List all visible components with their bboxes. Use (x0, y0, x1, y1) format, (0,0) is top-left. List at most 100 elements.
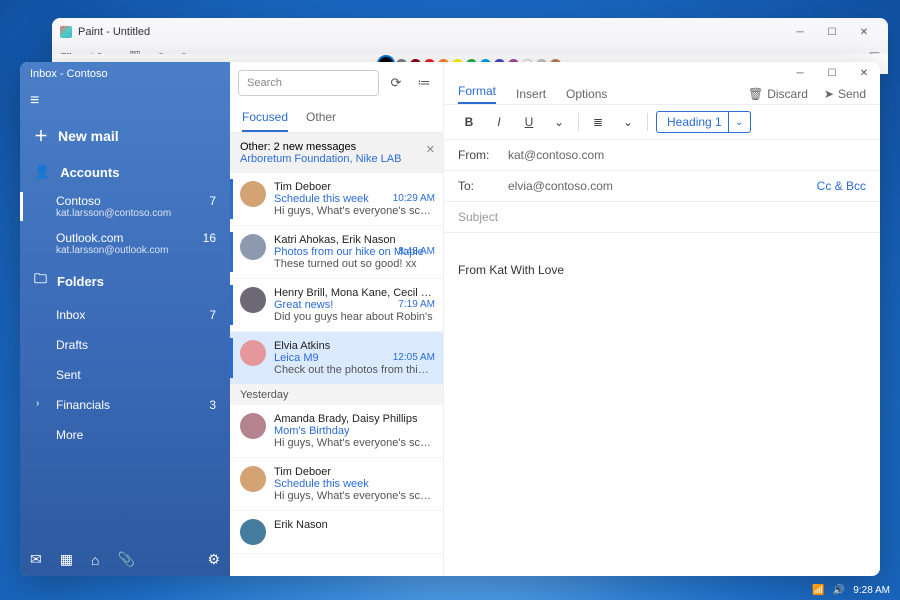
message-list: Search ⟳ ≔ Focused Other Other: 2 new me… (230, 62, 444, 576)
tab-other[interactable]: Other (306, 104, 336, 132)
message-item[interactable]: Tim Deboer Schedule this week Hi guys, W… (230, 173, 443, 226)
message-time: 7:19 AM (398, 299, 435, 310)
people-icon[interactable]: ⌂ (91, 552, 99, 568)
minimize-button[interactable]: ─ (784, 21, 816, 43)
message-item[interactable]: Henry Brill, Mona Kane, Cecil Fo Great n… (230, 279, 443, 332)
person-icon: 👤 (34, 164, 50, 180)
close-button[interactable]: ✕ (848, 62, 880, 84)
clock[interactable]: 9:28 AM (853, 585, 890, 596)
underline-button[interactable]: U (518, 111, 540, 133)
calendar-icon[interactable]: ▦ (60, 551, 73, 568)
to-label: To: (458, 179, 508, 193)
trash-icon: 🗑 (748, 87, 763, 101)
message-subject: Mom's Birthday (274, 425, 433, 437)
folders-header[interactable]: 🗀 Folders (20, 262, 230, 300)
taskbar: 📶 🔊 9:28 AM (0, 580, 900, 600)
italic-button[interactable]: I (488, 111, 510, 133)
message-item[interactable]: Amanda Brady, Daisy Phillips Mom's Birth… (230, 405, 443, 458)
to-field[interactable]: To: elvia@contoso.com Cc & Bcc (444, 171, 880, 202)
message-item[interactable]: Elvia Atkins Leica M9 Check out the phot… (230, 332, 443, 385)
from-field[interactable]: From: kat@contoso.com (444, 140, 880, 171)
avatar (240, 181, 266, 207)
search-input[interactable]: Search (238, 70, 379, 96)
chevron-right-icon: › (36, 398, 39, 409)
folder-inbox[interactable]: Inbox7 (20, 300, 230, 330)
filter-icon[interactable]: ≔ (413, 72, 435, 94)
account-badge: 16 (203, 231, 216, 245)
cc-bcc-button[interactable]: Cc & Bcc (817, 179, 866, 193)
tab-format[interactable]: Format (458, 84, 496, 104)
mail-window: Inbox - Contoso ≡ ＋ New mail 👤 Accounts … (20, 62, 880, 576)
heading-select[interactable]: Heading 1 ⌄ (656, 111, 751, 133)
folder-drafts[interactable]: Drafts (20, 330, 230, 360)
chevron-down-icon[interactable]: ⌄ (548, 111, 570, 133)
avatar (240, 413, 266, 439)
message-subject: Schedule this week (274, 478, 433, 490)
plus-icon: ＋ (34, 126, 48, 146)
account-email: kat.larsson@contoso.com (56, 208, 216, 219)
message-time: 12:05 AM (393, 352, 435, 363)
bold-button[interactable]: B (458, 111, 480, 133)
attach-icon[interactable]: 📎 (117, 551, 134, 568)
bullets-button[interactable]: ≣ (587, 111, 609, 133)
mail-window-title: Inbox - Contoso (30, 68, 108, 80)
message-preview: These turned out so good! xx (274, 258, 433, 270)
tab-insert[interactable]: Insert (516, 87, 546, 101)
date-separator: Yesterday (230, 385, 443, 405)
message-sender: Katri Ahokas, Erik Nason (274, 234, 433, 246)
to-value: elvia@contoso.com (508, 179, 817, 193)
other-banner[interactable]: Other: 2 new messages Arboretum Foundati… (230, 133, 443, 173)
chevron-down-icon[interactable]: ⌄ (617, 111, 639, 133)
message-item[interactable]: Tim Deboer Schedule this week Hi guys, W… (230, 458, 443, 511)
tab-options[interactable]: Options (566, 87, 607, 101)
from-label: From: (458, 148, 508, 162)
message-preview: Check out the photos from this w (274, 364, 433, 376)
account-email: kat.larsson@outlook.com (56, 245, 216, 256)
account-outlook[interactable]: Outlook.com kat.larsson@outlook.com 16 (20, 225, 230, 262)
minimize-button[interactable]: ─ (784, 62, 816, 84)
from-value: kat@contoso.com (508, 148, 866, 162)
compose-body[interactable]: From Kat With Love (444, 233, 880, 307)
message-sender: Tim Deboer (274, 466, 433, 478)
folder-financials[interactable]: ›Financials3 (20, 390, 230, 420)
chevron-down-icon: ⌄ (728, 112, 750, 132)
close-button[interactable]: ✕ (848, 21, 880, 43)
close-icon[interactable]: ✕ (426, 143, 435, 156)
maximize-button[interactable]: ☐ (816, 21, 848, 43)
message-item[interactable]: Erik Nason (230, 511, 443, 554)
message-preview: Hi guys, What's everyone's sched (274, 490, 433, 502)
accounts-label: Accounts (60, 165, 119, 180)
account-name: Outlook.com (56, 231, 216, 245)
paint-title: Paint - Untitled (78, 26, 784, 38)
banner-senders: Arboretum Foundation, Nike LAB (240, 153, 433, 165)
message-preview: Hi guys, What's everyone's sched (274, 437, 433, 449)
avatar (240, 234, 266, 260)
format-toolbar: B I U ⌄ ≣ ⌄ Heading 1 ⌄ (444, 104, 880, 140)
new-mail-label: New mail (58, 128, 119, 144)
accounts-header[interactable]: 👤 Accounts (20, 156, 230, 188)
send-button[interactable]: ➤Send (824, 87, 866, 101)
mail-sidebar: Inbox - Contoso ≡ ＋ New mail 👤 Accounts … (20, 62, 230, 576)
account-contoso[interactable]: Contoso kat.larsson@contoso.com 7 (20, 188, 230, 225)
account-name: Contoso (56, 194, 216, 208)
folder-more[interactable]: More (20, 420, 230, 450)
maximize-button[interactable]: ☐ (816, 62, 848, 84)
folder-sent[interactable]: Sent (20, 360, 230, 390)
volume-icon[interactable]: 🔊 (833, 585, 845, 596)
hamburger-icon[interactable]: ≡ (20, 86, 230, 116)
wifi-icon[interactable]: 📶 (812, 585, 824, 596)
discard-button[interactable]: 🗑Discard (748, 87, 808, 101)
message-sender: Tim Deboer (274, 181, 433, 193)
paint-app-icon (60, 26, 72, 38)
avatar (240, 287, 266, 313)
sync-icon[interactable]: ⟳ (385, 72, 407, 94)
message-item[interactable]: Katri Ahokas, Erik Nason Photos from our… (230, 226, 443, 279)
settings-icon[interactable]: ⚙ (207, 551, 220, 568)
new-mail-button[interactable]: ＋ New mail (20, 116, 230, 156)
mail-icon[interactable]: ✉ (30, 551, 42, 568)
tab-focused[interactable]: Focused (242, 104, 288, 132)
avatar (240, 466, 266, 492)
subject-field[interactable]: Subject (444, 202, 880, 233)
message-sender: Henry Brill, Mona Kane, Cecil Fo (274, 287, 433, 299)
folder-icon: 🗀 (34, 270, 47, 292)
